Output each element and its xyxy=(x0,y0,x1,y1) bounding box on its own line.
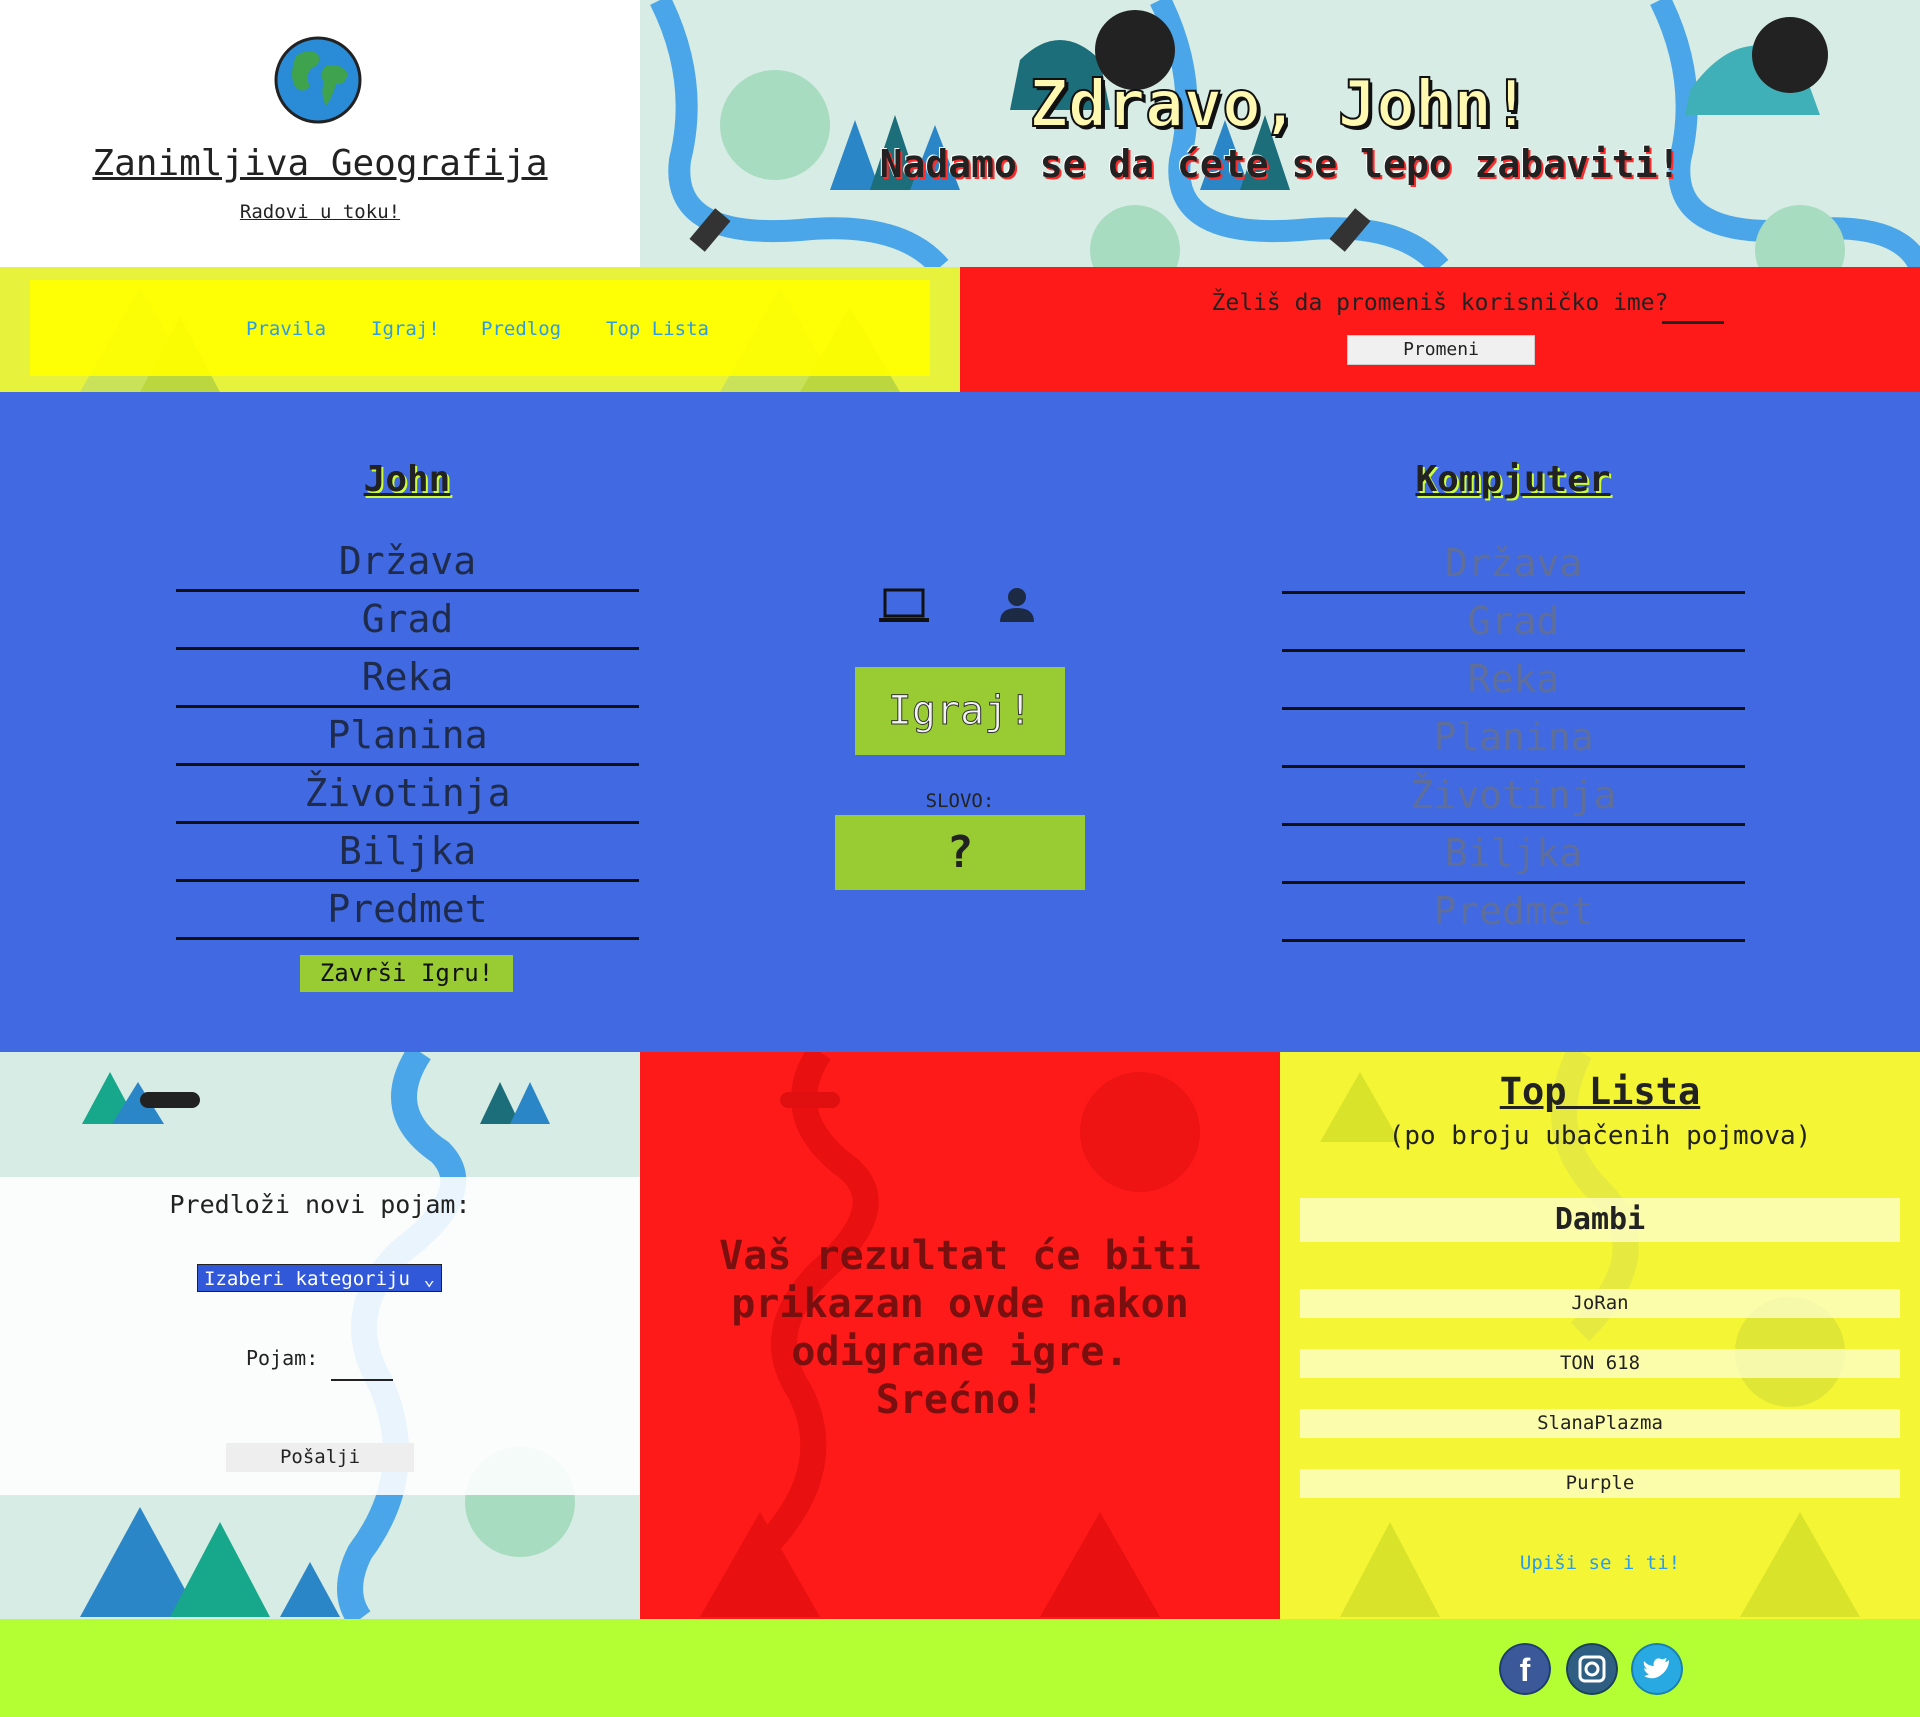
svg-text:f: f xyxy=(1520,1652,1531,1688)
computer-field-zivotinja: Životinja xyxy=(1282,767,1745,826)
player-field-biljka[interactable]: Biljka xyxy=(176,823,639,882)
rename-button[interactable]: Promeni xyxy=(1347,335,1535,365)
player-field-zivotinja[interactable]: Životinja xyxy=(176,765,639,824)
computer-field-biljka: Biljka xyxy=(1282,825,1745,884)
nav-link-top-lista[interactable]: Top Lista xyxy=(606,318,709,340)
top-list-title: Top Lista xyxy=(1499,1070,1701,1113)
computer-field-drzava: Država xyxy=(1282,535,1745,594)
send-button[interactable]: Pošalji xyxy=(226,1443,414,1472)
player-field-reka[interactable]: Reka xyxy=(176,649,639,708)
top-list-entry: SlanaPlazma xyxy=(1300,1409,1900,1438)
nav-link-igraj[interactable]: Igraj! xyxy=(371,318,440,340)
computer-field-planina: Planina xyxy=(1282,709,1745,768)
player-name: John xyxy=(363,459,451,500)
person-icon[interactable] xyxy=(998,586,1036,622)
player-field-predmet[interactable]: Predmet xyxy=(176,881,639,940)
facebook-icon[interactable]: f xyxy=(1499,1643,1551,1695)
greeting-title: Zdravo, John! xyxy=(1029,67,1532,143)
rename-panel xyxy=(960,267,1920,392)
letter-label: SLOVO: xyxy=(925,790,995,812)
computer-field-grad: Grad xyxy=(1282,593,1745,652)
result-line: odigrane igre. xyxy=(791,1329,1129,1375)
computer-name: Kompjuter xyxy=(1415,459,1611,500)
nav-bar xyxy=(30,280,930,376)
computer-field-predmet: Predmet xyxy=(1282,883,1745,942)
instagram-icon[interactable] xyxy=(1566,1643,1618,1695)
category-select-value: Izaberi kategoriju xyxy=(204,1268,410,1290)
rename-label: Želiš da promeniš korisničko ime? xyxy=(1211,290,1669,316)
site-title[interactable]: Zanimljiva Geografija xyxy=(0,143,640,184)
term-input[interactable] xyxy=(331,1379,393,1381)
nav-link-pravila[interactable]: Pravila xyxy=(246,318,326,340)
result-line: Vaš rezultat će biti xyxy=(719,1233,1201,1279)
top-list-subtitle: (po broju ubačenih pojmova) xyxy=(1388,1121,1812,1151)
result-message: Vaš rezultat će biti prikazan ovde nakon… xyxy=(700,1232,1220,1424)
top-list-entry: JoRan xyxy=(1300,1289,1900,1318)
top-list-entry: Purple xyxy=(1300,1469,1900,1498)
player-field-drzava[interactable]: Država xyxy=(176,533,639,592)
top-list-entry: Dambi xyxy=(1300,1198,1900,1242)
result-line: Srećno! xyxy=(875,1377,1045,1423)
finish-game-button[interactable]: Završi Igru! xyxy=(300,955,513,992)
site-subtitle[interactable]: Radovi u toku! xyxy=(0,201,640,223)
player-field-grad[interactable]: Grad xyxy=(176,591,639,650)
letter-display: ? xyxy=(835,815,1085,890)
player-field-planina[interactable]: Planina xyxy=(176,707,639,766)
term-label: Pojam: xyxy=(246,1346,319,1370)
category-select[interactable]: Izaberi kategoriju ⌄ xyxy=(197,1264,442,1292)
rename-input[interactable] xyxy=(1662,321,1724,324)
laptop-icon[interactable] xyxy=(879,588,929,624)
result-line: prikazan ovde nakon xyxy=(731,1281,1189,1327)
nav-link-predlog[interactable]: Predlog xyxy=(481,318,561,340)
play-button[interactable]: Igraj! xyxy=(855,667,1065,755)
suggest-title: Predloži novi pojam: xyxy=(169,1190,471,1219)
top-list-entry: TON 618 xyxy=(1300,1349,1900,1378)
globe-icon xyxy=(274,36,362,124)
greeting-subtitle: Nadamo se da ćete se lepo zabaviti! xyxy=(879,142,1681,186)
computer-field-reka: Reka xyxy=(1282,651,1745,710)
signup-link[interactable]: Upiši se i ti! xyxy=(1280,1552,1920,1574)
chevron-down-icon: ⌄ xyxy=(423,1268,435,1290)
twitter-icon[interactable] xyxy=(1631,1643,1683,1695)
